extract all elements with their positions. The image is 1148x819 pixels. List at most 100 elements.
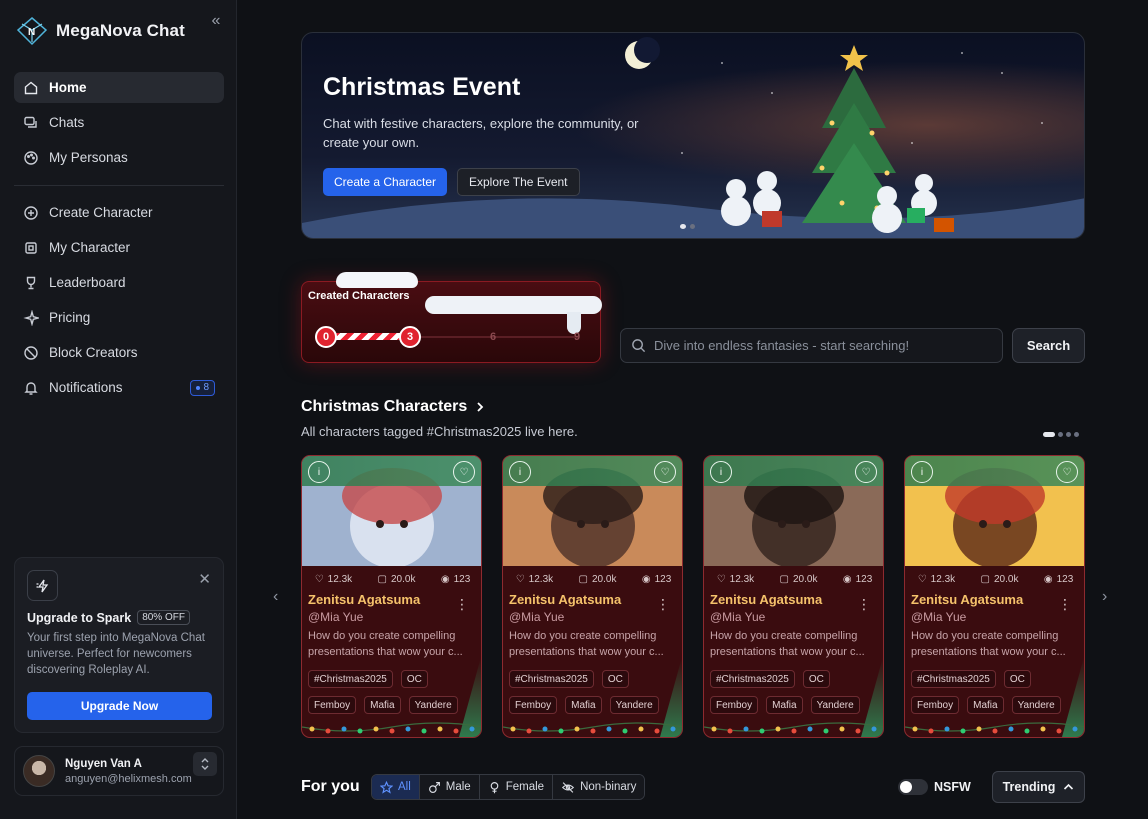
- user-card[interactable]: Nguyen Van A anguyen@helixmesh.com: [14, 746, 224, 796]
- character-card[interactable]: i ♡ ♡ 12.3k ▢ 20.0k ◉ 123 Zenitsu Agatsuma …: [904, 455, 1085, 738]
- tag[interactable]: Mafia: [364, 696, 401, 714]
- tag[interactable]: Mafia: [967, 696, 1004, 714]
- nav-item-block-creators[interactable]: Block Creators: [14, 337, 224, 368]
- nsfw-label: NSFW: [934, 780, 971, 794]
- filter-all[interactable]: All: [372, 775, 420, 799]
- eye-icon: ◉: [1043, 573, 1053, 585]
- creator-handle[interactable]: @Mia Yue: [308, 610, 363, 624]
- upgrade-description: Your first step into MegaNova Chat unive…: [27, 632, 205, 676]
- nav-item-chats[interactable]: Chats: [14, 107, 224, 138]
- nav-item-notifications[interactable]: Notifications 8: [14, 372, 224, 403]
- heart-icon[interactable]: ♡: [654, 461, 676, 483]
- info-icon[interactable]: i: [509, 461, 531, 483]
- create-character-button[interactable]: Create a Character: [323, 168, 448, 196]
- brand[interactable]: N MegaNova Chat: [16, 16, 185, 46]
- eye-off-icon: [561, 781, 575, 793]
- nav-label: My Character: [49, 240, 131, 255]
- info-icon[interactable]: i: [911, 461, 933, 483]
- tag[interactable]: OC: [802, 670, 830, 688]
- info-icon[interactable]: i: [308, 461, 330, 483]
- tag[interactable]: Yandere: [1011, 696, 1061, 714]
- tag[interactable]: #Christmas2025: [710, 670, 795, 688]
- hero-carousel-dots[interactable]: [680, 224, 695, 229]
- carousel-pager[interactable]: [1043, 432, 1079, 437]
- chat-icon: ▢: [578, 573, 588, 585]
- nav-label: Block Creators: [49, 345, 138, 360]
- creator-handle[interactable]: @Mia Yue: [509, 610, 564, 624]
- string-lights-decoration: [302, 722, 481, 734]
- chat-icon: ▢: [377, 573, 387, 585]
- more-vertical-icon[interactable]: ⋮: [857, 596, 871, 613]
- tag[interactable]: OC: [400, 670, 428, 688]
- gender-filter-group: All Male Female Non-binary: [371, 774, 646, 800]
- tag-row: #Christmas2025 OC: [308, 670, 428, 688]
- palette-icon: [24, 150, 38, 165]
- carousel-next-icon[interactable]: ›: [1102, 588, 1107, 606]
- nav-item-create-character[interactable]: Create Character: [14, 197, 224, 228]
- tag[interactable]: OC: [601, 670, 629, 688]
- character-card[interactable]: i ♡ ♡ 12.3k ▢ 20.0k ◉ 123 Zenitsu Agatsuma …: [301, 455, 482, 738]
- nav-item-home[interactable]: Home: [14, 72, 224, 103]
- tag[interactable]: #Christmas2025: [911, 670, 996, 688]
- heart-icon: ♡: [515, 573, 525, 585]
- character-description: How do you create compelling presentatio…: [308, 630, 463, 658]
- nav-item-my-character[interactable]: My Character: [14, 232, 224, 263]
- tag[interactable]: Yandere: [408, 696, 458, 714]
- upgrade-now-button[interactable]: Upgrade Now: [27, 692, 212, 720]
- tag[interactable]: Femboy: [308, 696, 357, 714]
- account-switch-icon[interactable]: [193, 752, 217, 776]
- search-button[interactable]: Search: [1012, 328, 1085, 363]
- collapse-sidebar-button[interactable]: «: [207, 12, 225, 30]
- eye-icon: ◉: [641, 573, 651, 585]
- tag[interactable]: Femboy: [509, 696, 558, 714]
- filter-label: Female: [505, 781, 545, 793]
- tag[interactable]: OC: [1003, 670, 1031, 688]
- nav-item-my-personas[interactable]: My Personas: [14, 142, 224, 173]
- filter-female[interactable]: Female: [479, 775, 554, 799]
- filter-male[interactable]: Male: [419, 775, 480, 799]
- chats-stat: ▢ 20.0k: [578, 573, 617, 585]
- character-card[interactable]: i ♡ ♡ 12.3k ▢ 20.0k ◉ 123 Zenitsu Agatsuma …: [703, 455, 884, 738]
- hero-description: Chat with festive characters, explore th…: [323, 116, 639, 150]
- nav-item-pricing[interactable]: Pricing: [14, 302, 224, 333]
- filter-non-binary[interactable]: Non-binary: [553, 775, 645, 799]
- carousel-prev-icon[interactable]: ‹: [273, 588, 278, 606]
- explore-event-button[interactable]: Explore The Event: [457, 168, 580, 196]
- card-stats: ♡ 12.3k ▢ 20.0k ◉ 123: [302, 568, 481, 590]
- creator-handle[interactable]: @Mia Yue: [911, 610, 966, 624]
- character-name: Zenitsu Agatsuma: [911, 592, 1024, 607]
- tag[interactable]: Yandere: [810, 696, 860, 714]
- nav-item-leaderboard[interactable]: Leaderboard: [14, 267, 224, 298]
- tag[interactable]: Mafia: [766, 696, 803, 714]
- snow-cap-decoration: [336, 272, 418, 288]
- tag-row: #Christmas2025 OC: [509, 670, 629, 688]
- tag[interactable]: Mafia: [565, 696, 602, 714]
- tag[interactable]: Yandere: [609, 696, 659, 714]
- tag[interactable]: #Christmas2025: [308, 670, 393, 688]
- close-icon[interactable]: ✕: [198, 570, 211, 588]
- character-card[interactable]: i ♡ ♡ 12.3k ▢ 20.0k ◉ 123 Zenitsu Agatsuma …: [502, 455, 683, 738]
- section-title-link[interactable]: Christmas Characters: [301, 398, 485, 416]
- character-name: Zenitsu Agatsuma: [509, 592, 622, 607]
- tag[interactable]: Femboy: [911, 696, 960, 714]
- more-vertical-icon[interactable]: ⋮: [1058, 596, 1072, 613]
- chat-icon: ▢: [980, 573, 990, 585]
- views-stat: ◉ 123: [1043, 573, 1074, 585]
- search-input[interactable]: [654, 338, 984, 353]
- tag[interactable]: Femboy: [710, 696, 759, 714]
- more-vertical-icon[interactable]: ⋮: [656, 596, 670, 613]
- heart-icon[interactable]: ♡: [453, 461, 475, 483]
- info-icon[interactable]: i: [710, 461, 732, 483]
- progress-step: 9: [573, 331, 581, 343]
- more-vertical-icon[interactable]: ⋮: [455, 596, 469, 613]
- female-icon: [490, 781, 499, 793]
- sort-dropdown[interactable]: Trending: [992, 771, 1085, 803]
- tag[interactable]: #Christmas2025: [509, 670, 594, 688]
- creator-handle[interactable]: @Mia Yue: [710, 610, 765, 624]
- search-field[interactable]: [620, 328, 1003, 363]
- heart-icon[interactable]: ♡: [855, 461, 877, 483]
- heart-icon[interactable]: ♡: [1056, 461, 1078, 483]
- nsfw-toggle[interactable]: [898, 779, 928, 795]
- chats-icon: [24, 116, 37, 128]
- card-stats: ♡ 12.3k ▢ 20.0k ◉ 123: [704, 568, 883, 590]
